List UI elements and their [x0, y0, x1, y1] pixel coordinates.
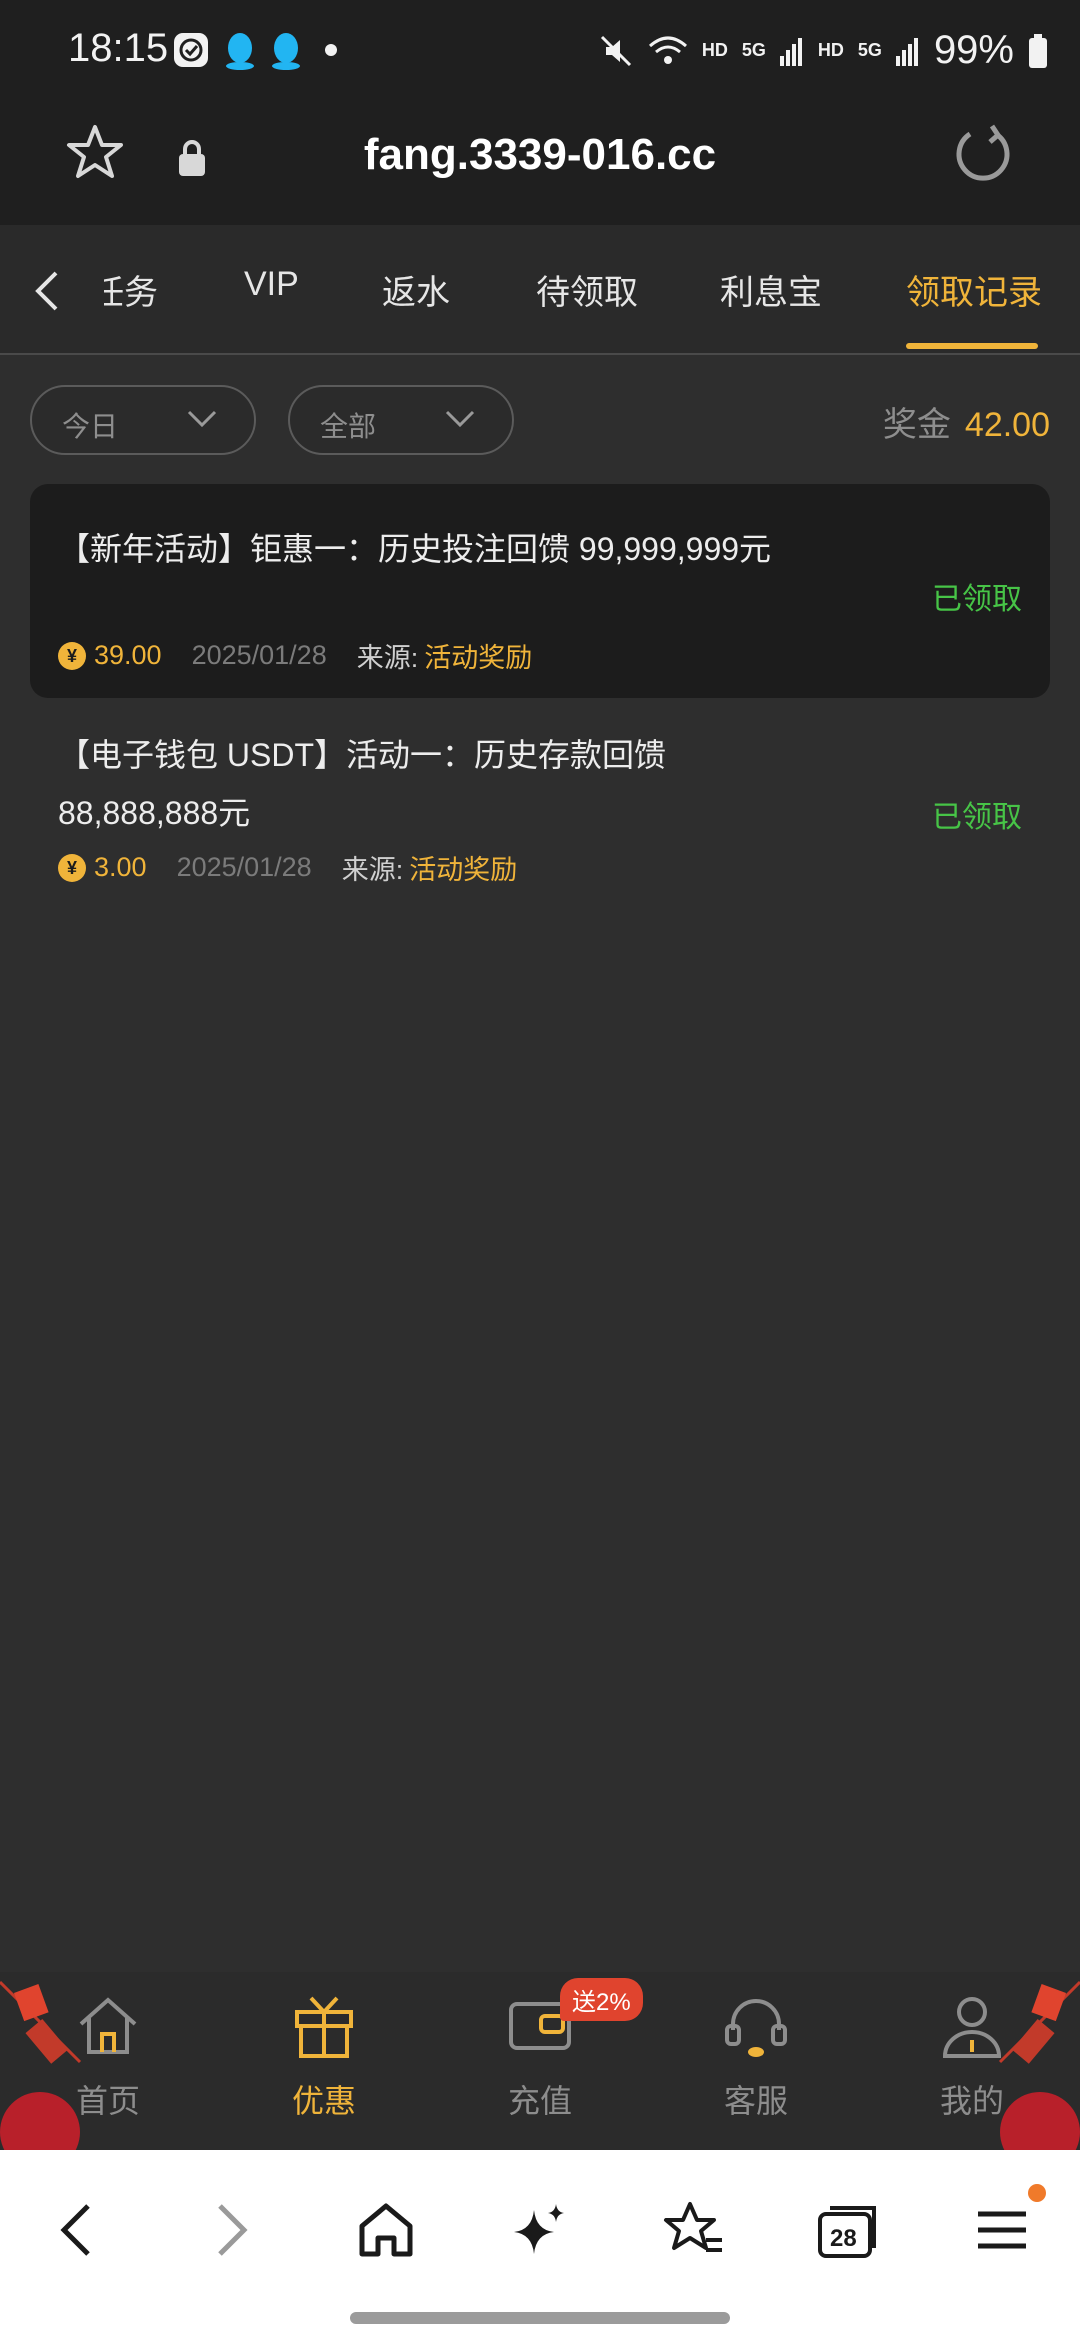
qq-icon	[272, 33, 300, 70]
hd-label: HD	[817, 40, 844, 60]
nav-deposit-label: 充值	[507, 2083, 572, 2119]
filter-row: 今日 全部 奖金 42.00	[0, 355, 1080, 475]
back-button[interactable]	[36, 2190, 116, 2270]
nav-promotions-label: 优惠	[291, 2083, 356, 2119]
record-source-label: 来源:	[356, 643, 419, 673]
back-icon	[60, 2204, 90, 2256]
bookmarks-icon	[664, 2202, 722, 2252]
tabs-count: 28	[830, 2225, 857, 2252]
active-tab-indicator	[906, 343, 1038, 349]
home-icon	[359, 2203, 413, 2257]
record-source-label: 来源:	[341, 855, 404, 885]
record-title: 【电子钱包 USDT】活动一：历史存款回馈 88,888,888元	[58, 737, 667, 831]
bookmarks-button[interactable]	[654, 2190, 734, 2270]
tab-vip[interactable]: VIP	[244, 265, 299, 304]
nav-profile[interactable]: 我的	[902, 1990, 1042, 2119]
record-title: 【新年活动】钜惠一：历史投注回馈 99,999,999元	[58, 531, 772, 567]
record-date: 2025/01/28	[191, 640, 327, 670]
hd-label: HD	[701, 40, 728, 60]
yuan-coin-icon: ¥	[58, 641, 86, 670]
tab-claim-records[interactable]: 领取记录	[906, 265, 1042, 314]
forward-icon	[218, 2204, 248, 2256]
wifi-icon	[648, 36, 687, 64]
gift-icon	[295, 1996, 353, 2058]
type-filter-dropdown[interactable]: 全部	[288, 385, 514, 455]
record-status: 已领取	[932, 583, 1022, 616]
qq-icon	[226, 33, 254, 70]
system-icons: HD 5G HD 5G 99%	[598, 28, 1048, 73]
clock-app-icon	[174, 33, 208, 67]
notification-dot-icon	[325, 44, 337, 56]
status-bar: 18:15 HD 5G HD 5G 99%	[0, 0, 1080, 100]
tab-task-label: 任务	[104, 274, 158, 312]
nav-home[interactable]: 首页	[38, 1990, 178, 2119]
tabs-button[interactable]: 28	[808, 2190, 888, 2270]
signal-icon	[779, 37, 802, 66]
app-bottom-nav: 首页 优惠 充值 客服 我的 送2%	[0, 1972, 1080, 2150]
record-amount: 39.00	[94, 640, 162, 670]
record-meta: ¥ 39.00 2025/01/28 来源: 活动奖励	[58, 636, 532, 675]
battery-icon	[1029, 33, 1047, 68]
record-source-value: 活动奖励	[424, 643, 533, 673]
bonus-total: 奖金 42.00	[883, 397, 1050, 446]
record-meta: ¥ 3.00 2025/01/28 来源: 活动奖励	[58, 848, 517, 887]
forward-button[interactable]	[192, 2190, 272, 2270]
battery-percent: 99%	[933, 28, 1014, 72]
url-text[interactable]: fang.3339-016.cc	[0, 130, 1080, 180]
clock-time: 18:15	[68, 26, 169, 70]
type-filter-label: 全部	[320, 411, 377, 442]
home-button[interactable]	[346, 2190, 426, 2270]
record-card: 【新年活动】钜惠一：历史投注回馈 99,999,999元 已领取 ¥ 39.00…	[30, 484, 1050, 698]
record-status: 已领取	[932, 801, 1022, 834]
record-date: 2025/01/28	[176, 852, 312, 882]
nav-promotions[interactable]: 优惠	[254, 1990, 394, 2119]
browser-url-bar: fang.3339-016.cc	[0, 100, 1080, 225]
user-icon	[942, 1997, 1002, 2058]
bonus-label: 奖金	[882, 406, 951, 444]
headset-icon	[725, 1999, 787, 2057]
reload-icon[interactable]	[952, 122, 1014, 184]
nav-support-label: 客服	[723, 2083, 788, 2119]
notification-dot-icon	[1028, 2184, 1046, 2202]
tabs-scroll-left-icon[interactable]	[34, 269, 60, 313]
network-5g-label: 5G	[857, 40, 882, 60]
home-icon	[79, 1997, 137, 2054]
nav-profile-label: 我的	[939, 2083, 1004, 2119]
network-5g-label: 5G	[741, 40, 766, 60]
record-source-value: 活动奖励	[409, 855, 518, 885]
date-filter-dropdown[interactable]: 今日	[30, 385, 256, 455]
record-amount: 3.00	[94, 852, 147, 882]
menu-icon	[978, 2211, 1026, 2249]
promo-tabs: 任务 VIP 返水 待领取 利息宝 领取记录	[0, 225, 1080, 355]
deposit-promo-badge: 送2%	[560, 1978, 643, 2021]
tab-rebate[interactable]: 返水	[382, 265, 450, 314]
tab-interest[interactable]: 利息宝	[720, 265, 822, 314]
menu-button[interactable]	[962, 2184, 1046, 2270]
nav-home-label: 首页	[75, 2083, 140, 2119]
ai-sparkle-icon	[514, 2204, 564, 2254]
bonus-value: 42.00	[964, 406, 1050, 444]
tab-pending[interactable]: 待领取	[536, 265, 638, 314]
date-filter-label: 今日	[62, 411, 119, 442]
yuan-coin-icon: ¥	[58, 853, 86, 882]
nav-support[interactable]: 客服	[686, 1990, 826, 2119]
tab-task[interactable]: 任务	[104, 265, 158, 314]
notification-icons	[172, 30, 346, 70]
gesture-home-indicator[interactable]	[350, 2312, 730, 2324]
chevron-down-icon	[187, 410, 217, 428]
signal-icon	[895, 37, 918, 66]
record-card: 【电子钱包 USDT】活动一：历史存款回馈 88,888,888元 已领取 ¥ …	[30, 712, 1050, 902]
ai-button[interactable]	[500, 2190, 580, 2270]
chevron-down-icon	[445, 410, 475, 428]
mute-icon	[600, 35, 631, 66]
